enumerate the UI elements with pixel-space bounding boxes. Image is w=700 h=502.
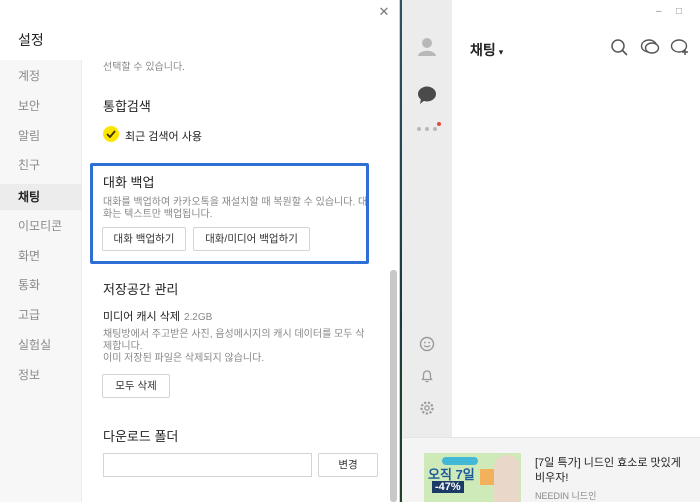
more-icon[interactable] <box>416 124 438 134</box>
sidebar-item-calls[interactable]: 통화 <box>0 272 82 298</box>
settings-window: 설정 ✕ 계정 보안 알림 친구 채팅 이모티콘 화면 통화 고급 실험실 정보… <box>0 0 400 502</box>
settings-sidebar: 계정 보안 알림 친구 채팅 이모티콘 화면 통화 고급 실험실 정보 <box>0 60 82 502</box>
sidebar-item-security[interactable]: 보안 <box>0 93 82 119</box>
sidebar-item-chats[interactable]: 채팅 <box>0 184 82 210</box>
media-cache-size: 2.2GB <box>183 312 213 323</box>
bell-icon[interactable] <box>419 368 435 384</box>
kakaotalk-window: – □ 채팅 ▾ 오직 7일 -47% [7일 특가] 니드인 효소로 맛있게 비… <box>402 0 700 502</box>
sidebar-item-account[interactable]: 계정 <box>0 63 82 89</box>
ad-person-image <box>494 455 520 502</box>
backup-highlight-box <box>90 163 369 264</box>
download-section-title: 다운로드 폴더 <box>103 429 179 444</box>
sidebar-item-labs[interactable]: 실험실 <box>0 332 82 358</box>
search-icon[interactable] <box>610 38 630 56</box>
ad-title[interactable]: [7일 특가] 니드인 효소로 맛있게 비우자! <box>535 456 685 486</box>
sidebar-item-advanced[interactable]: 고급 <box>0 302 82 328</box>
checkmark-icon <box>106 130 116 138</box>
media-cache-label: 미디어 캐시 삭제 <box>103 311 180 323</box>
sidebar-item-emoticons[interactable]: 이모티콘 <box>0 213 82 239</box>
storage-section-title: 저장공간 관리 <box>103 282 179 297</box>
chat-title-text: 채팅 <box>470 42 496 58</box>
settings-scrollbar[interactable] <box>390 270 397 502</box>
sidebar-item-friends[interactable]: 친구 <box>0 152 82 178</box>
minimize-button[interactable]: – <box>656 6 662 17</box>
notification-dot <box>437 122 441 126</box>
settings-title: 설정 <box>18 32 44 48</box>
ad-brand: NEEDIN 니드인 <box>535 491 597 501</box>
chat-list-title[interactable]: 채팅 ▾ <box>470 40 503 60</box>
emoji-icon[interactable] <box>419 336 435 352</box>
sidebar-item-display[interactable]: 화면 <box>0 243 82 269</box>
settings-content: 선택할 수 있습니다. 통합검색 최근 검색어 사용 대화 백업 대화를 백업하… <box>82 44 382 502</box>
chats-icon[interactable] <box>416 84 438 106</box>
media-cache-line: 미디어 캐시 삭제 2.2GB <box>103 308 212 324</box>
storage-desc-line3: 이미 저장된 파일은 삭제되지 않습니다. <box>103 353 265 364</box>
sidebar-item-info[interactable]: 정보 <box>0 362 82 388</box>
open-chat-icon[interactable] <box>640 38 660 56</box>
friends-icon[interactable] <box>416 36 438 58</box>
download-folder-field[interactable] <box>103 453 312 477</box>
new-chat-icon[interactable] <box>670 38 690 56</box>
recent-search-label: 최근 검색어 사용 <box>125 131 202 143</box>
gear-icon[interactable] <box>419 400 435 416</box>
ad-image[interactable]: 오직 7일 -47% <box>424 453 521 502</box>
maximize-button[interactable]: □ <box>676 6 682 17</box>
search-section-title: 통합검색 <box>103 99 151 114</box>
ad-banner[interactable]: 오직 7일 -47% [7일 특가] 니드인 효소로 맛있게 비우자! NEED… <box>402 437 700 502</box>
change-folder-button[interactable]: 변경 <box>318 453 378 477</box>
ad-image-text2: -47% <box>432 481 464 493</box>
close-icon[interactable]: ✕ <box>376 4 392 20</box>
kakao-nav-rail <box>402 0 452 502</box>
delete-all-button[interactable]: 모두 삭제 <box>102 374 170 398</box>
partial-top-text: 선택할 수 있습니다. <box>103 62 185 73</box>
sidebar-item-notifications[interactable]: 알림 <box>0 123 82 149</box>
recent-search-checkbox[interactable] <box>103 126 119 142</box>
chevron-down-icon: ▾ <box>498 47 504 57</box>
